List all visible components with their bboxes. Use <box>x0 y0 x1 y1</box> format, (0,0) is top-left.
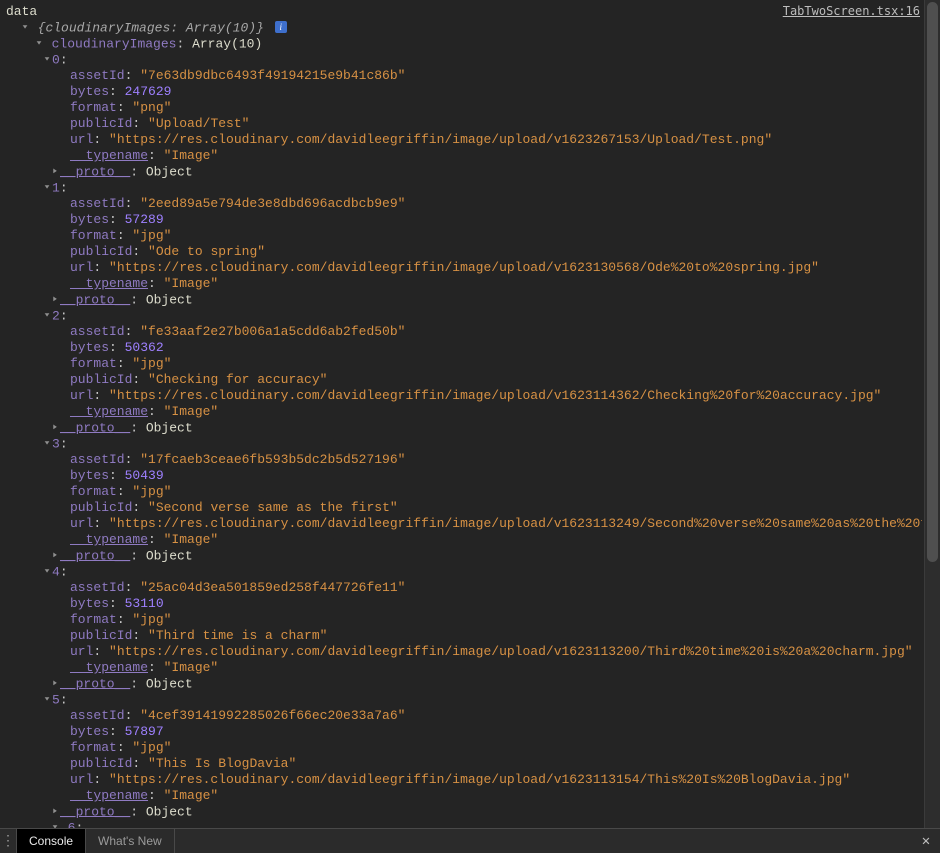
prop-proto[interactable]: __proto__: Object <box>6 420 922 436</box>
prop-bytes[interactable]: bytes: 57289 <box>6 212 922 228</box>
chevron-down-icon[interactable] <box>42 436 52 452</box>
prop-assetId[interactable]: assetId: "7e63db9dbc6493f49194215e9b41c8… <box>6 68 922 84</box>
prop-url[interactable]: url: "https://res.cloudinary.com/davidle… <box>6 772 922 788</box>
prop-bytes[interactable]: bytes: 50439 <box>6 468 922 484</box>
root-summary-row[interactable]: {cloudinaryImages: Array(10)} i <box>6 20 922 36</box>
prop-assetId[interactable]: assetId: "25ac04d3ea501859ed258f447726fe… <box>6 580 922 596</box>
prop-format[interactable]: format: "png" <box>6 100 922 116</box>
prop-url[interactable]: url: "https://res.cloudinary.com/davidle… <box>6 388 922 404</box>
scrollbar-thumb[interactable] <box>927 2 938 562</box>
prop-format[interactable]: format: "jpg" <box>6 228 922 244</box>
prop-format[interactable]: format: "jpg" <box>6 612 922 628</box>
prop-assetId[interactable]: assetId: "2eed89a5e794de3e8dbd696acdbcb9… <box>6 196 922 212</box>
prop-bytes[interactable]: bytes: 50362 <box>6 340 922 356</box>
prop-proto[interactable]: __proto__: Object <box>6 292 922 308</box>
prop-proto[interactable]: __proto__: Object <box>6 548 922 564</box>
prop-publicId[interactable]: publicId: "Third time is a charm" <box>6 628 922 644</box>
prop-url[interactable]: url: "https://res.cloudinary.com/davidle… <box>6 644 922 660</box>
prop-url[interactable]: url: "https://res.cloudinary.com/davidle… <box>6 132 922 148</box>
prop-typename[interactable]: __typename: "Image" <box>6 148 922 164</box>
prop-assetId[interactable]: assetId: "fe33aaf2e27b006a1a5cdd6ab2fed5… <box>6 324 922 340</box>
prop-proto[interactable]: __proto__: Object <box>6 676 922 692</box>
prop-url[interactable]: url: "https://res.cloudinary.com/davidle… <box>6 260 922 276</box>
prop-bytes[interactable]: bytes: 57897 <box>6 724 922 740</box>
info-icon[interactable]: i <box>275 21 287 33</box>
array-index-row[interactable]: 5: <box>6 692 922 708</box>
chevron-down-icon[interactable] <box>34 36 44 52</box>
tab-console[interactable]: Console <box>17 829 86 853</box>
prop-typename[interactable]: __typename: "Image" <box>6 276 922 292</box>
array-index-row[interactable]: 0: <box>6 52 922 68</box>
prop-typename[interactable]: __typename: "Image" <box>6 404 922 420</box>
array-index-row[interactable]: 3: <box>6 436 922 452</box>
vertical-scrollbar[interactable] <box>924 0 940 829</box>
prop-bytes[interactable]: bytes: 247629 <box>6 84 922 100</box>
prop-format[interactable]: format: "jpg" <box>6 484 922 500</box>
prop-typename[interactable]: __typename: "Image" <box>6 788 922 804</box>
chevron-down-icon[interactable] <box>42 180 52 196</box>
prop-format[interactable]: format: "jpg" <box>6 356 922 372</box>
chevron-down-icon[interactable] <box>42 52 52 68</box>
prop-bytes[interactable]: bytes: 53110 <box>6 596 922 612</box>
chevron-right-icon[interactable] <box>50 548 60 564</box>
devtools-console-output: TabTwoScreen.tsx:16 data {cloudinaryImag… <box>0 0 940 853</box>
prop-url[interactable]: url: "https://res.cloudinary.com/davidle… <box>6 516 922 532</box>
object-tree: data {cloudinaryImages: Array(10)} i clo… <box>0 0 922 829</box>
prop-publicId[interactable]: publicId: "Ode to spring" <box>6 244 922 260</box>
prop-proto[interactable]: __proto__: Object <box>6 804 922 820</box>
prop-publicId[interactable]: publicId: "This Is BlogDavia" <box>6 756 922 772</box>
chevron-down-icon[interactable] <box>20 20 30 36</box>
prop-assetId[interactable]: assetId: "17fcaeb3ceae6fb593b5dc2b5d5271… <box>6 452 922 468</box>
chevron-right-icon[interactable] <box>50 420 60 436</box>
prop-publicId[interactable]: publicId: "Checking for accuracy" <box>6 372 922 388</box>
array-index-row[interactable]: 4: <box>6 564 922 580</box>
array-row[interactable]: cloudinaryImages: Array(10) <box>6 36 922 52</box>
tab-whats-new[interactable]: What's New <box>86 829 175 853</box>
chevron-down-icon[interactable] <box>42 692 52 708</box>
close-icon[interactable]: ✕ <box>912 829 940 853</box>
prop-publicId[interactable]: publicId: "Upload/Test" <box>6 116 922 132</box>
root-label[interactable]: data <box>6 4 922 20</box>
chevron-right-icon[interactable] <box>50 292 60 308</box>
prop-typename[interactable]: __typename: "Image" <box>6 660 922 676</box>
drawer-tabs: ⋮ Console What's New ✕ <box>0 828 940 853</box>
array-index-row[interactable]: 1: <box>6 180 922 196</box>
chevron-right-icon[interactable] <box>50 164 60 180</box>
drawer-menu-icon[interactable]: ⋮ <box>0 829 17 853</box>
prop-proto[interactable]: __proto__: Object <box>6 164 922 180</box>
chevron-down-icon[interactable] <box>42 308 52 324</box>
chevron-down-icon[interactable] <box>42 564 52 580</box>
chevron-right-icon[interactable] <box>50 676 60 692</box>
chevron-right-icon[interactable] <box>50 804 60 820</box>
array-index-row[interactable]: 2: <box>6 308 922 324</box>
prop-typename[interactable]: __typename: "Image" <box>6 532 922 548</box>
prop-assetId[interactable]: assetId: "4cef39141992285026f66ec20e33a7… <box>6 708 922 724</box>
prop-publicId[interactable]: publicId: "Second verse same as the firs… <box>6 500 922 516</box>
prop-format[interactable]: format: "jpg" <box>6 740 922 756</box>
